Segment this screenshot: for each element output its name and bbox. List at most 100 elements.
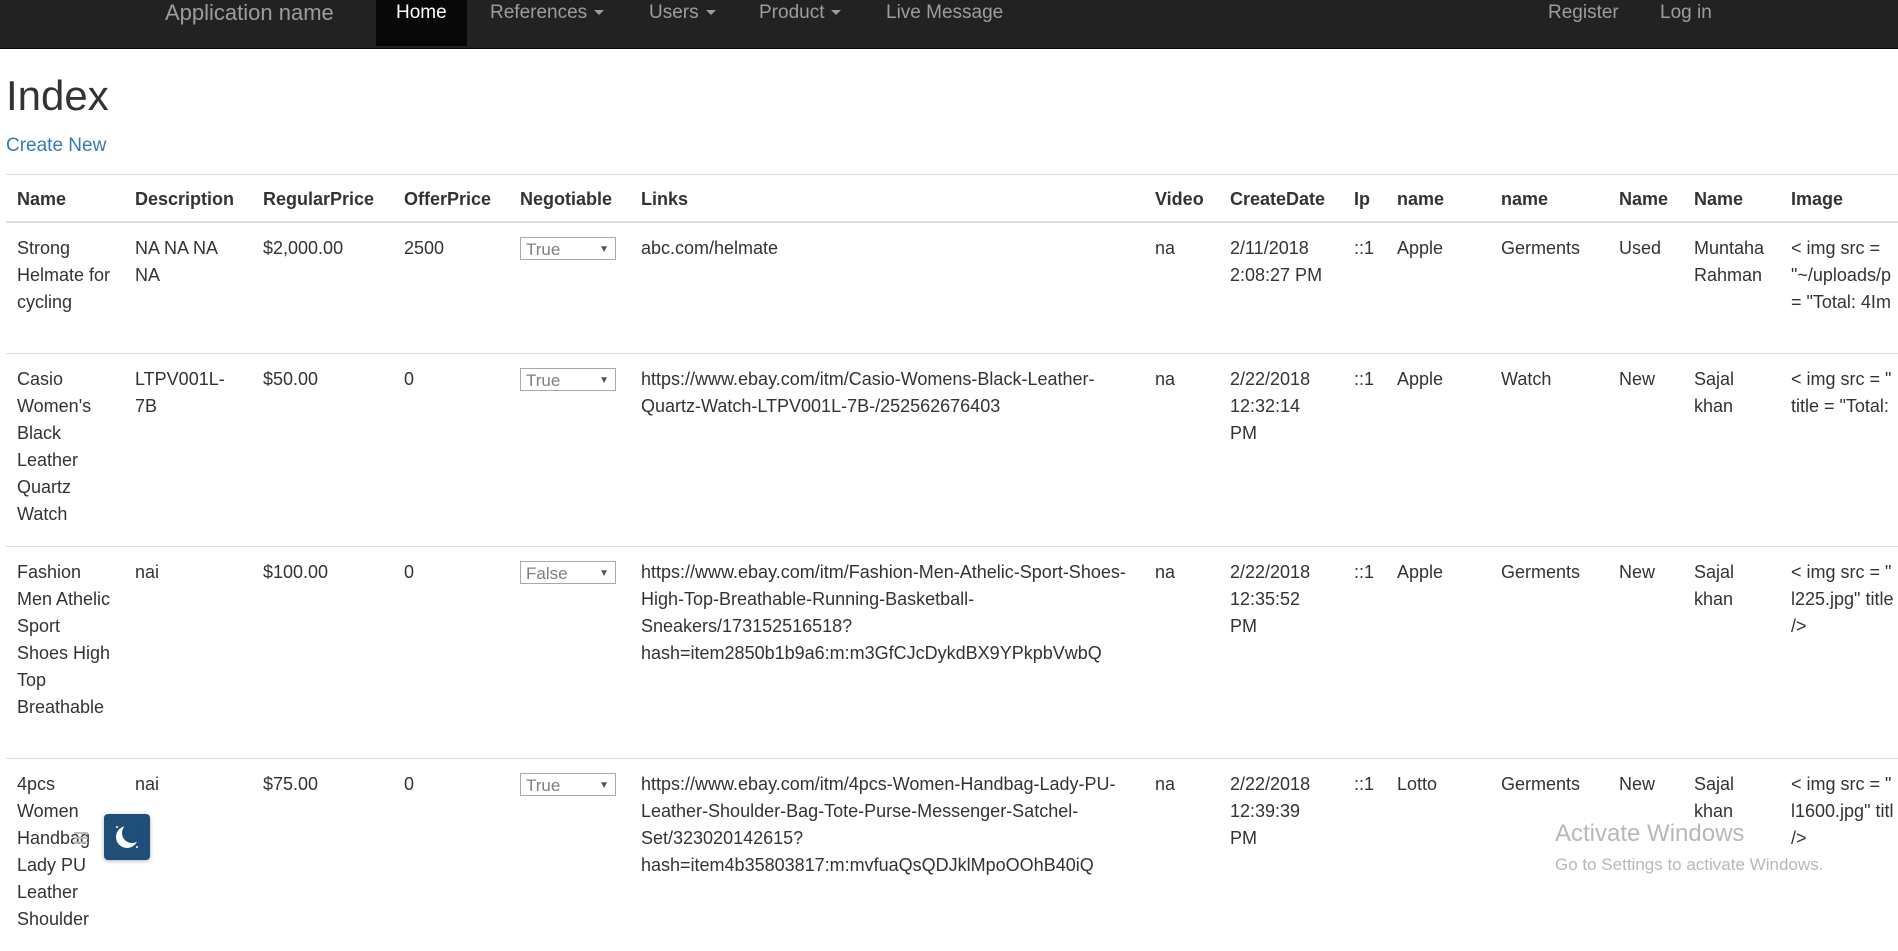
create-new-link[interactable]: Create New (6, 135, 106, 157)
cell-user: Muntaha Rahman (1683, 221, 1780, 353)
image-text-line: l1600.jpg" titl (1791, 800, 1894, 821)
column-header: Video (1144, 174, 1219, 223)
select-arrow-icon: ▼ (599, 244, 609, 255)
nav-login[interactable]: Log in (1660, 0, 1712, 46)
nav-home[interactable]: Home (376, 0, 467, 46)
caret-down-icon (594, 10, 605, 16)
cell-condition: New (1608, 545, 1683, 758)
activate-windows-subtitle: Go to Settings to activate Windows. (1555, 855, 1824, 874)
image-text-line: < img src = " (1791, 773, 1892, 794)
column-header: RegularPrice (252, 174, 393, 223)
cell-ip: ::1 (1343, 352, 1386, 546)
cell-description: nai (124, 545, 252, 758)
cell-name: Strong Helmate for cycling (6, 221, 124, 353)
cell-create-date: 2/22/2018 12:35:52 PM (1219, 545, 1343, 758)
cell-regular-price: $50.00 (252, 352, 393, 546)
negotiable-select-value: True (526, 240, 561, 259)
negotiable-select[interactable]: False ▼ (520, 560, 616, 584)
negotiable-select-value: True (526, 370, 561, 390)
table-row: Casio Women's Black Leather Quartz Watch… (6, 352, 1898, 546)
cell-regular-price: $75.00 (252, 757, 393, 951)
image-text-line: < img src = (1791, 238, 1881, 258)
cell-user: Sajal khan (1683, 352, 1780, 546)
negotiable-select-value: True (526, 775, 561, 795)
cell-video: na (1144, 352, 1219, 546)
activate-windows-title: Activate Windows (1555, 820, 1745, 847)
page-title: Index (6, 72, 109, 119)
negotiable-select[interactable]: True ▼ (520, 367, 616, 391)
cell-image: < img src = " l225.jpg" title /> (1780, 545, 1898, 758)
moon-icon[interactable] (104, 814, 150, 860)
nav-product-dropdown[interactable]: Product (759, 0, 842, 46)
cell-category: Germents (1490, 545, 1608, 758)
column-header: Negotiable (509, 174, 630, 223)
nav-references-label: References (490, 2, 588, 23)
cell-create-date: 2/11/2018 2:08:27 PM (1219, 221, 1343, 353)
caret-down-icon (831, 10, 842, 16)
cell-negotiable: True ▼ (509, 352, 630, 546)
table-header-row: Name Description RegularPrice OfferPrice… (6, 174, 1898, 223)
cell-brand: Apple (1386, 352, 1490, 546)
column-header: name (1490, 174, 1608, 223)
cell-regular-price: $2,000.00 (252, 221, 393, 353)
cell-offer-price: 0 (393, 352, 509, 546)
negotiable-select[interactable]: True ▼ (520, 772, 616, 796)
hamburger-icon[interactable]: ≡ (62, 824, 100, 852)
image-text-line: /> (1791, 827, 1807, 848)
nav-users-label: Users (649, 2, 699, 23)
nav-users-dropdown[interactable]: Users (649, 0, 716, 46)
cell-condition: Used (1608, 221, 1683, 353)
cell-brand: Lotto (1386, 757, 1490, 951)
select-arrow-icon: ▼ (599, 567, 609, 579)
cell-image: < img src = " title = "Total: (1780, 352, 1898, 546)
nav-register[interactable]: Register (1548, 0, 1619, 46)
cell-create-date: 2/22/2018 12:39:39 PM (1219, 757, 1343, 951)
cell-negotiable: True ▼ (509, 757, 630, 951)
cell-link: https://www.ebay.com/itm/Fashion-Men-Ath… (630, 545, 1144, 758)
nav-home-label: Home (396, 2, 447, 23)
column-header: Name (1608, 174, 1683, 223)
negotiable-select-value: False (526, 563, 568, 583)
cell-description: NA NA NA NA (124, 221, 252, 353)
column-header: Ip (1343, 174, 1386, 223)
column-header: Description (124, 174, 252, 223)
image-text-line: title = "Total: (1791, 395, 1889, 416)
table-row: Strong Helmate for cycling NA NA NA NA $… (6, 221, 1898, 353)
nav-login-label: Log in (1660, 2, 1712, 23)
cell-user: Sajal khan (1683, 545, 1780, 758)
cell-negotiable: True ▼ (509, 221, 630, 353)
cell-ip: ::1 (1343, 545, 1386, 758)
moon-icon-graphic (116, 823, 142, 848)
cell-video: na (1144, 221, 1219, 353)
column-header: OfferPrice (393, 174, 509, 223)
cell-offer-price: 0 (393, 757, 509, 951)
cell-name: Casio Women's Black Leather Quartz Watch (6, 352, 124, 546)
column-header: Links (630, 174, 1144, 223)
cell-offer-price: 0 (393, 545, 509, 758)
image-text-line: "~/uploads/p (1791, 265, 1891, 285)
cell-link: abc.com/helmate (630, 221, 1144, 353)
select-arrow-icon: ▼ (599, 779, 609, 791)
cell-description: LTPV001L-7B (124, 352, 252, 546)
cell-regular-price: $100.00 (252, 545, 393, 758)
column-header: Image (1780, 174, 1898, 223)
cell-ip: ::1 (1343, 221, 1386, 353)
nav-live-message[interactable]: Live Message (886, 0, 1003, 46)
cell-category: Watch (1490, 352, 1608, 546)
top-navbar: Application name Home References Users P… (0, 0, 1898, 49)
table-row: Fashion Men Athelic Sport Shoes High Top… (6, 545, 1898, 758)
select-arrow-icon: ▼ (599, 374, 609, 386)
nav-register-label: Register (1548, 2, 1619, 23)
cell-link: https://www.ebay.com/itm/Casio-Womens-Bl… (630, 352, 1144, 546)
column-header: Name (6, 174, 124, 223)
cell-image: < img src = "~/uploads/p = "Total: 4Im (1780, 221, 1898, 353)
cell-ip: ::1 (1343, 757, 1386, 951)
cell-condition: New (1608, 352, 1683, 546)
nav-references-dropdown[interactable]: References (490, 0, 605, 46)
brand-link[interactable]: Application name (165, 0, 334, 26)
image-text-line: < img src = " (1791, 561, 1892, 582)
column-header: name (1386, 174, 1490, 223)
cell-video: na (1144, 757, 1219, 951)
negotiable-select[interactable]: True ▼ (520, 237, 616, 260)
cell-offer-price: 2500 (393, 221, 509, 353)
